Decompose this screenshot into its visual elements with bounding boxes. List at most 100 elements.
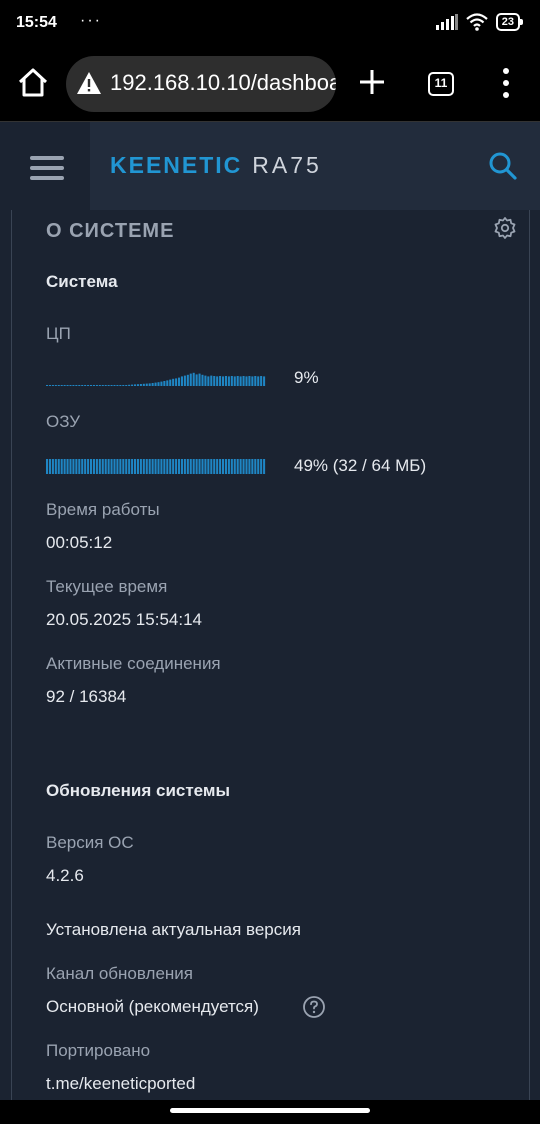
channel-value[interactable]: Основной (рекомендуется) [46, 997, 259, 1017]
connections-value: 92 / 16384 [46, 687, 127, 706]
url-text[interactable]: 192.168.10.10/dashboard [110, 70, 336, 96]
uptime-value: 00:05:12 [46, 533, 113, 552]
ram-graph-bar [128, 459, 131, 474]
ram-graph-bar [101, 459, 104, 474]
cpu-graph-bar [245, 376, 248, 386]
status-bar: 15:54 ··· 23 [0, 0, 540, 48]
ram-graph-bar [160, 459, 163, 474]
ram-graph-bar [178, 459, 181, 474]
notification-dots: ··· [80, 12, 102, 29]
plus-icon [360, 70, 384, 94]
cpu-graph-bar [145, 383, 148, 386]
cpu-graph-bar [66, 385, 69, 386]
cpu-graph-bar [54, 385, 57, 386]
cpu-graph-bar [233, 376, 236, 386]
cpu-graph-bar [257, 376, 260, 386]
gear-icon [494, 217, 516, 239]
ram-graph-bar [104, 459, 107, 474]
cpu-graph-bar [169, 379, 172, 386]
ram-graph-bar [151, 459, 154, 474]
new-tab-button[interactable] [356, 66, 388, 98]
cpu-graph-bar [207, 376, 210, 386]
cpu-graph-bar [46, 385, 49, 386]
settings-gear-button[interactable] [493, 216, 517, 240]
ported-link[interactable]: t.me/keeneticported [46, 1074, 195, 1094]
cpu-graph-bar [204, 375, 207, 386]
cpu-graph-bar [113, 385, 116, 386]
cpu-graph-bar [136, 384, 139, 386]
tab-switcher-button[interactable]: 11 [428, 72, 454, 96]
update-status: Установлена актуальная версия [46, 920, 301, 939]
logo[interactable]: KEENETIC RA75 [110, 152, 322, 179]
ram-graph-bar [81, 459, 84, 474]
cpu-graph-bar [189, 373, 192, 386]
cpu-graph-bar [242, 376, 245, 386]
cpu-graph-bar [260, 376, 263, 386]
ram-graph-bar [110, 459, 113, 474]
cpu-graph-bar [131, 384, 134, 386]
updates-heading: Обновления системы [46, 781, 231, 800]
cpu-graph-bar [213, 376, 216, 386]
ram-graph-bar [239, 459, 242, 474]
cpu-graph-bar [230, 376, 233, 386]
cpu-graph-bar [157, 382, 160, 386]
ram-graph-bar [116, 459, 119, 474]
cpu-graph-bar [254, 376, 257, 386]
ram-graph-bar [210, 459, 213, 474]
cpu-graph-bar [57, 385, 60, 386]
cpu-graph-bar [263, 376, 266, 386]
ram-graph-bar [139, 459, 142, 474]
system-card: О СИСТЕМЕ Система ЦП 9% ОЗУ 49% (32 / 64… [11, 210, 530, 1100]
ram-graph-bar [148, 459, 151, 474]
cpu-graph-bar [163, 381, 166, 386]
ram-graph-bar [180, 459, 183, 474]
ram-value: 49% (32 / 64 МБ) [294, 456, 427, 475]
ram-graph-bar [169, 459, 172, 474]
help-icon[interactable] [302, 995, 326, 1019]
home-button[interactable] [16, 66, 50, 100]
ram-graph-bar [48, 459, 51, 474]
cpu-graph-bar [87, 385, 90, 386]
battery-icon: 23 [495, 13, 524, 31]
ram-graph [46, 459, 266, 474]
cpu-graph-bar [90, 385, 93, 386]
cpu-graph-bar [236, 376, 239, 386]
cpu-graph-bar [104, 385, 107, 386]
ram-graph-bar [46, 459, 49, 474]
ram-graph-bar [163, 459, 166, 474]
ram-graph-bar [107, 459, 110, 474]
cpu-graph-bar [175, 378, 178, 386]
hamburger-icon [30, 156, 64, 160]
ram-graph-bar [60, 459, 63, 474]
ram-graph-bar [233, 459, 236, 474]
ram-graph-bar [222, 459, 225, 474]
cpu-graph-bar [198, 373, 201, 386]
browser-menu-button[interactable] [496, 66, 516, 100]
ram-graph-bar [198, 459, 201, 474]
address-bar[interactable]: 192.168.10.10/dashboard [66, 56, 336, 112]
cpu-graph-bar [63, 385, 66, 386]
ram-graph-bar [257, 459, 260, 474]
cpu-graph-bar [107, 385, 110, 386]
more-vertical-icon [503, 68, 509, 98]
search-button[interactable] [488, 151, 518, 181]
cpu-graph-bar [178, 377, 181, 386]
ram-graph-bar [157, 459, 160, 474]
ram-graph-bar [236, 459, 239, 474]
cpu-graph-bar [166, 380, 169, 386]
ram-graph-bar [119, 459, 122, 474]
ram-graph-bar [131, 459, 134, 474]
ram-graph-bar [245, 459, 248, 474]
ram-graph-bar [260, 459, 263, 474]
home-gesture-pill[interactable] [170, 1108, 370, 1113]
ported-label: Портировано [46, 1041, 151, 1060]
cpu-graph-bar [51, 385, 54, 386]
cpu-graph-bar [98, 385, 101, 386]
ram-graph-bar [224, 459, 227, 474]
warning-icon[interactable] [76, 71, 102, 95]
ram-graph-bar [154, 459, 157, 474]
ram-graph-bar [242, 459, 245, 474]
menu-button[interactable] [0, 122, 90, 210]
ram-graph-bar [134, 459, 137, 474]
cpu-graph-bar [239, 376, 242, 386]
